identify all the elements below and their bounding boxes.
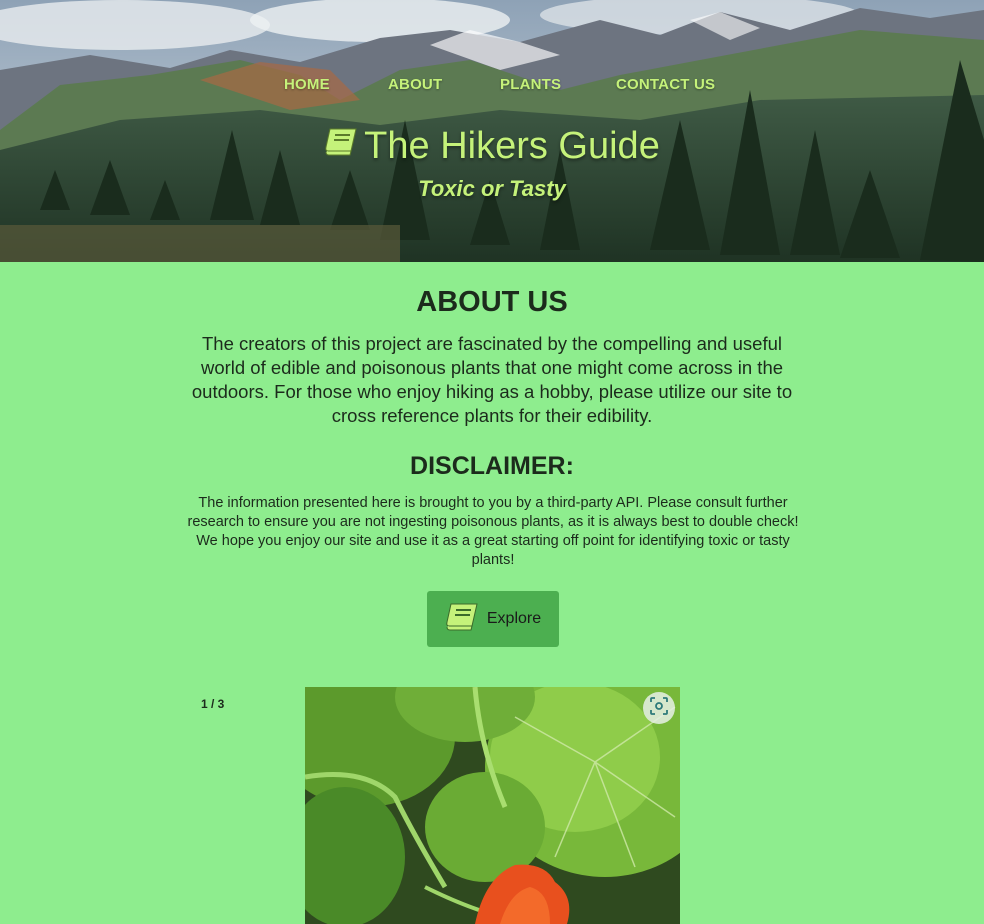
site-title-text: The Hikers Guide <box>364 125 660 167</box>
nasturtium-photo <box>305 687 680 924</box>
hero-banner: HOME ABOUT PLANTS CONTACT US The Hikers … <box>0 0 984 262</box>
disclaimer-heading: DISCLAIMER: <box>410 452 574 480</box>
plant-slide-image <box>305 687 680 924</box>
book-icon <box>324 121 358 169</box>
visual-search-button[interactable] <box>643 692 675 724</box>
explore-button[interactable]: Explore <box>427 591 559 647</box>
site-tagline: Toxic or Tasty <box>418 176 566 201</box>
slide-counter: 1 / 3 <box>201 697 225 711</box>
site-title: The Hikers Guide <box>0 122 984 170</box>
nav-contact-link[interactable]: CONTACT US <box>616 76 715 93</box>
about-heading: ABOUT US <box>416 286 568 318</box>
nav-home-link[interactable]: HOME <box>284 76 330 93</box>
visual-search-icon <box>650 696 668 720</box>
explore-button-label: Explore <box>486 610 542 627</box>
nav-about-link[interactable]: ABOUT <box>388 76 442 93</box>
book-icon <box>445 602 479 637</box>
nav-plants-link[interactable]: PLANTS <box>500 76 561 93</box>
disclaimer-text: The information presented here is brough… <box>187 495 799 568</box>
main-nav: HOME ABOUT PLANTS CONTACT US <box>0 76 984 96</box>
about-text: The creators of this project are fascina… <box>191 333 793 426</box>
